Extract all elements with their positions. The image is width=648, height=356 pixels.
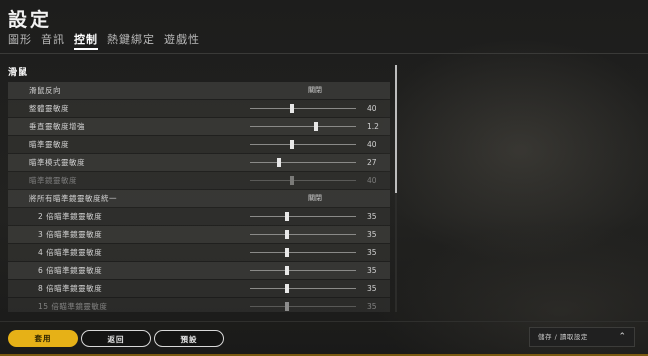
header-divider bbox=[0, 53, 648, 54]
setting-label: 4 倍瞄準鏡靈敏度 bbox=[38, 248, 103, 257]
setting-label: 整體靈敏度 bbox=[29, 104, 69, 113]
scrollbar[interactable] bbox=[395, 65, 397, 312]
slider-thumb[interactable] bbox=[290, 104, 294, 113]
setting-row[interactable]: 15 倍瞄準鏡靈敏度 35 bbox=[8, 298, 390, 312]
slider-value: 27 bbox=[367, 158, 377, 167]
slider-thumb bbox=[290, 176, 294, 185]
slider-track[interactable] bbox=[250, 230, 356, 239]
slider-value: 35 bbox=[367, 302, 377, 311]
setting-label: 瞄準模式靈敏度 bbox=[29, 158, 85, 167]
setting-row[interactable]: 6 倍瞄準鏡靈敏度 35 bbox=[8, 262, 390, 279]
save-load-settings-label: 儲存 / 讀取設定 bbox=[538, 333, 588, 341]
settings-list: 滑鼠反向 關閉 整體靈敏度 40 垂直靈敏度增強 1.2 瞄準靈敏度 40 瞄準模式靈敏度 27 瞄… bbox=[8, 82, 390, 312]
setting-label: 3 倍瞄準鏡靈敏度 bbox=[38, 230, 103, 239]
settings-panel: 滑鼠 滑鼠反向 關閉 整體靈敏度 40 垂直靈敏度增強 1.2 瞄準靈敏度 40 瞄準模式靈敏度… bbox=[8, 64, 390, 312]
tab-graphics[interactable]: 圖形 bbox=[8, 31, 32, 49]
setting-label: 瞄準鏡靈敏度 bbox=[29, 176, 77, 185]
scrollbar-thumb[interactable] bbox=[395, 65, 397, 193]
save-load-settings-dropdown[interactable]: 儲存 / 讀取設定 ⌃ bbox=[529, 327, 635, 347]
setting-row[interactable]: 將所有瞄準鏡靈敏度統一 關閉 bbox=[8, 190, 390, 207]
chevron-up-icon: ⌃ bbox=[618, 332, 626, 342]
tab-gameplay[interactable]: 遊戲性 bbox=[164, 31, 200, 49]
slider-thumb[interactable] bbox=[277, 158, 281, 167]
slider-value: 40 bbox=[367, 140, 377, 149]
slider-track[interactable] bbox=[250, 140, 356, 149]
settings-tabs: 圖形 音訊 控制 熱鍵綁定 遊戲性 bbox=[8, 31, 209, 50]
setting-row[interactable]: 滑鼠反向 關閉 bbox=[8, 82, 390, 99]
setting-row[interactable]: 整體靈敏度 40 bbox=[8, 100, 390, 117]
toggle-value[interactable]: 關閉 bbox=[308, 82, 322, 99]
setting-row[interactable]: 3 倍瞄準鏡靈敏度 35 bbox=[8, 226, 390, 243]
setting-row: 瞄準鏡靈敏度 40 bbox=[8, 172, 390, 189]
slider-thumb[interactable] bbox=[285, 248, 289, 257]
setting-label: 8 倍瞄準鏡靈敏度 bbox=[38, 284, 103, 293]
slider-track[interactable] bbox=[250, 104, 356, 113]
page-title: 設定 bbox=[8, 9, 53, 31]
slider-track[interactable] bbox=[250, 302, 356, 311]
setting-label: 6 倍瞄準鏡靈敏度 bbox=[38, 266, 103, 275]
slider-thumb[interactable] bbox=[285, 284, 289, 293]
slider-thumb[interactable] bbox=[285, 266, 289, 275]
slider-value: 35 bbox=[367, 284, 377, 293]
setting-row[interactable]: 垂直靈敏度增強 1.2 bbox=[8, 118, 390, 135]
tab-controls[interactable]: 控制 bbox=[74, 31, 98, 50]
slider-value: 35 bbox=[367, 212, 377, 221]
slider-value: 35 bbox=[367, 266, 377, 275]
setting-label: 滑鼠反向 bbox=[29, 86, 61, 95]
setting-row[interactable]: 瞄準模式靈敏度 27 bbox=[8, 154, 390, 171]
slider-thumb[interactable] bbox=[285, 212, 289, 221]
slider-track[interactable] bbox=[250, 284, 356, 293]
setting-row[interactable]: 瞄準靈敏度 40 bbox=[8, 136, 390, 153]
slider-track[interactable] bbox=[250, 158, 356, 167]
slider-track[interactable] bbox=[250, 212, 356, 221]
slider-track[interactable] bbox=[250, 248, 356, 257]
tab-keybindings[interactable]: 熱鍵綁定 bbox=[107, 31, 155, 49]
slider-track[interactable] bbox=[250, 122, 356, 131]
footer-divider bbox=[0, 321, 648, 322]
slider-thumb[interactable] bbox=[314, 122, 318, 131]
slider-track bbox=[250, 176, 356, 185]
default-button[interactable]: 預設 bbox=[154, 330, 224, 347]
setting-label: 瞄準靈敏度 bbox=[29, 140, 69, 149]
setting-label: 15 倍瞄準鏡靈敏度 bbox=[38, 302, 108, 311]
back-button[interactable]: 返回 bbox=[81, 330, 151, 347]
slider-thumb[interactable] bbox=[285, 302, 289, 311]
setting-row[interactable]: 8 倍瞄準鏡靈敏度 35 bbox=[8, 280, 390, 297]
slider-value: 35 bbox=[367, 230, 377, 239]
apply-button[interactable]: 套用 bbox=[8, 330, 78, 347]
tab-audio[interactable]: 音訊 bbox=[41, 31, 65, 49]
setting-label: 將所有瞄準鏡靈敏度統一 bbox=[29, 194, 117, 203]
slider-thumb[interactable] bbox=[285, 230, 289, 239]
setting-label: 2 倍瞄準鏡靈敏度 bbox=[38, 212, 103, 221]
slider-value: 40 bbox=[367, 176, 377, 185]
setting-label: 垂直靈敏度增強 bbox=[29, 122, 85, 131]
setting-row[interactable]: 4 倍瞄準鏡靈敏度 35 bbox=[8, 244, 390, 261]
slider-value: 40 bbox=[367, 104, 377, 113]
setting-row[interactable]: 2 倍瞄準鏡靈敏度 35 bbox=[8, 208, 390, 225]
slider-thumb[interactable] bbox=[290, 140, 294, 149]
slider-value: 35 bbox=[367, 248, 377, 257]
slider-value: 1.2 bbox=[367, 122, 379, 131]
slider-track[interactable] bbox=[250, 266, 356, 275]
toggle-value[interactable]: 關閉 bbox=[308, 190, 322, 207]
section-title-mouse: 滑鼠 bbox=[8, 68, 29, 78]
